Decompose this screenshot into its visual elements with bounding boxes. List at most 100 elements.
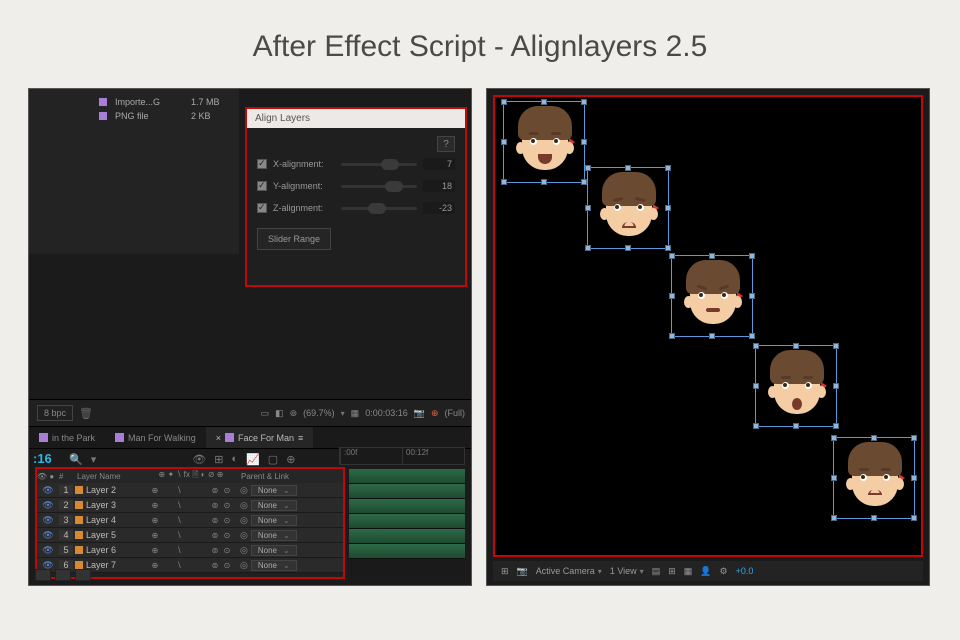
parent-select[interactable]: None⌄ xyxy=(251,515,297,526)
transform-handle[interactable] xyxy=(625,165,631,171)
project-item[interactable]: PNG file2 KB xyxy=(29,109,239,123)
transform-handle[interactable] xyxy=(585,205,591,211)
pickwhip-icon[interactable]: ◎ xyxy=(240,515,248,526)
search-icon[interactable]: 🔍 xyxy=(69,453,83,466)
slider-value[interactable]: 7 xyxy=(423,158,455,170)
slider-track[interactable] xyxy=(341,163,417,166)
layer-duration-bar[interactable] xyxy=(349,544,465,559)
motion-blur-icon[interactable]: ◐ xyxy=(231,453,238,465)
transform-handle[interactable] xyxy=(665,205,671,211)
timeline-tab[interactable]: in the Park xyxy=(29,427,105,448)
transform-handle[interactable] xyxy=(833,383,839,389)
viewer-camera-icon[interactable]: 📷 xyxy=(517,566,528,577)
layer-duration-bar[interactable] xyxy=(349,529,465,544)
timeline-toggles[interactable] xyxy=(35,569,91,581)
checkbox-icon[interactable] xyxy=(257,203,267,213)
visibility-toggle[interactable]: 👁 xyxy=(37,545,59,556)
resolution-value[interactable]: (Full) xyxy=(445,408,466,418)
current-time[interactable]: :16 xyxy=(29,449,56,468)
layer-row[interactable]: 👁 2 Layer 3 ⊕∖⊚⊙ ◎None⌄ xyxy=(37,498,343,513)
bpc-indicator[interactable]: 8 bpc xyxy=(37,405,73,421)
collapse-icon[interactable]: ⊕ xyxy=(286,453,295,466)
transform-handle[interactable] xyxy=(665,165,671,171)
toggle-mask-icon[interactable]: ▭ xyxy=(261,408,270,419)
transform-handle[interactable] xyxy=(501,99,507,105)
exposure-value[interactable]: +0.0 xyxy=(736,566,754,576)
transform-handle[interactable] xyxy=(669,293,675,299)
transform-handle[interactable] xyxy=(501,139,507,145)
timeline-bars[interactable] xyxy=(349,469,465,577)
selected-layer-bbox[interactable] xyxy=(503,101,585,183)
transform-handle[interactable] xyxy=(793,343,799,349)
parent-select[interactable]: None⌄ xyxy=(251,530,297,541)
transform-handle[interactable] xyxy=(753,343,759,349)
transform-handle[interactable] xyxy=(501,179,507,185)
timecode-display[interactable]: 0:00:03:16 xyxy=(365,408,408,418)
transform-handle[interactable] xyxy=(871,435,877,441)
checkbox-icon[interactable] xyxy=(257,181,267,191)
parent-select[interactable]: None⌄ xyxy=(251,545,297,556)
viewer-opt5-icon[interactable]: ⚙ xyxy=(719,566,727,577)
selected-layer-bbox[interactable] xyxy=(587,167,669,249)
transform-handle[interactable] xyxy=(665,245,671,251)
layer-row[interactable]: 👁 3 Layer 4 ⊕∖⊚⊙ ◎None⌄ xyxy=(37,513,343,528)
slider-value[interactable]: 18 xyxy=(423,180,455,192)
transform-handle[interactable] xyxy=(749,293,755,299)
toggle-alpha-icon[interactable]: ◧ xyxy=(275,408,284,419)
shy-icon[interactable]: 👁 xyxy=(192,453,206,466)
selected-layer-bbox[interactable] xyxy=(833,437,915,519)
viewer-opt1-icon[interactable]: ▤ xyxy=(652,566,661,577)
layer-row[interactable]: 👁 5 Layer 6 ⊕∖⊚⊙ ◎None⌄ xyxy=(37,543,343,558)
viewer-opt2-icon[interactable]: ⊞ xyxy=(668,566,676,577)
transform-handle[interactable] xyxy=(911,515,917,521)
frame-blend-icon[interactable]: ⊞ xyxy=(214,453,223,466)
pickwhip-icon[interactable]: ◎ xyxy=(240,545,248,556)
trash-icon[interactable]: 🗑 xyxy=(79,407,93,420)
transform-handle[interactable] xyxy=(709,253,715,259)
camera-icon[interactable]: ⊚ xyxy=(290,408,298,419)
selected-layer-bbox[interactable] xyxy=(671,255,753,337)
layer-row[interactable]: 👁 4 Layer 5 ⊕∖⊚⊙ ◎None⌄ xyxy=(37,528,343,543)
parent-select[interactable]: None⌄ xyxy=(251,485,297,496)
viewer-opt4-icon[interactable]: 👤 xyxy=(700,566,711,577)
transform-handle[interactable] xyxy=(753,383,759,389)
parent-select[interactable]: None⌄ xyxy=(251,500,297,511)
layer-row[interactable]: 👁 1 Layer 2 ⊕∖⊚⊙ ◎None⌄ xyxy=(37,483,343,498)
zoom-value[interactable]: (69.7%) xyxy=(303,408,335,418)
transform-handle[interactable] xyxy=(833,343,839,349)
filter-icon[interactable]: ▾ xyxy=(91,453,97,466)
visibility-toggle[interactable]: 👁 xyxy=(37,500,59,511)
transform-handle[interactable] xyxy=(911,435,917,441)
transform-handle[interactable] xyxy=(669,333,675,339)
slider-track[interactable] xyxy=(341,207,417,210)
transform-handle[interactable] xyxy=(581,139,587,145)
timeline-tab[interactable]: Man For Walking xyxy=(105,427,206,448)
visibility-toggle[interactable]: 👁 xyxy=(37,515,59,526)
checkbox-icon[interactable] xyxy=(257,159,267,169)
layer-duration-bar[interactable] xyxy=(349,499,465,514)
layer-duration-bar[interactable] xyxy=(349,514,465,529)
pickwhip-icon[interactable]: ◎ xyxy=(240,500,248,511)
transform-handle[interactable] xyxy=(669,253,675,259)
timeline-tab[interactable]: × Face For Man ≡ xyxy=(206,427,314,448)
transform-handle[interactable] xyxy=(749,253,755,259)
pickwhip-icon[interactable]: ◎ xyxy=(240,530,248,541)
project-item[interactable]: Importe...G1.7 MB xyxy=(29,95,239,109)
active-camera-select[interactable]: Active Camera ▾ xyxy=(536,566,602,576)
draft3d-icon[interactable]: ▢ xyxy=(268,453,278,466)
visibility-toggle[interactable]: 👁 xyxy=(37,530,59,541)
viewer-3d-icon[interactable]: ⊞ xyxy=(501,566,509,577)
slider-thumb[interactable] xyxy=(368,203,386,214)
transform-handle[interactable] xyxy=(911,475,917,481)
transform-handle[interactable] xyxy=(541,99,547,105)
slider-track[interactable] xyxy=(341,185,417,188)
transform-handle[interactable] xyxy=(585,165,591,171)
composition-viewer[interactable] xyxy=(493,95,923,557)
timeline-ruler[interactable]: :00f00:12f xyxy=(339,447,465,465)
transform-handle[interactable] xyxy=(831,475,837,481)
transform-handle[interactable] xyxy=(581,99,587,105)
transform-handle[interactable] xyxy=(585,245,591,251)
selected-layer-bbox[interactable] xyxy=(755,345,837,427)
transform-handle[interactable] xyxy=(833,423,839,429)
pickwhip-icon[interactable]: ◎ xyxy=(240,485,248,496)
